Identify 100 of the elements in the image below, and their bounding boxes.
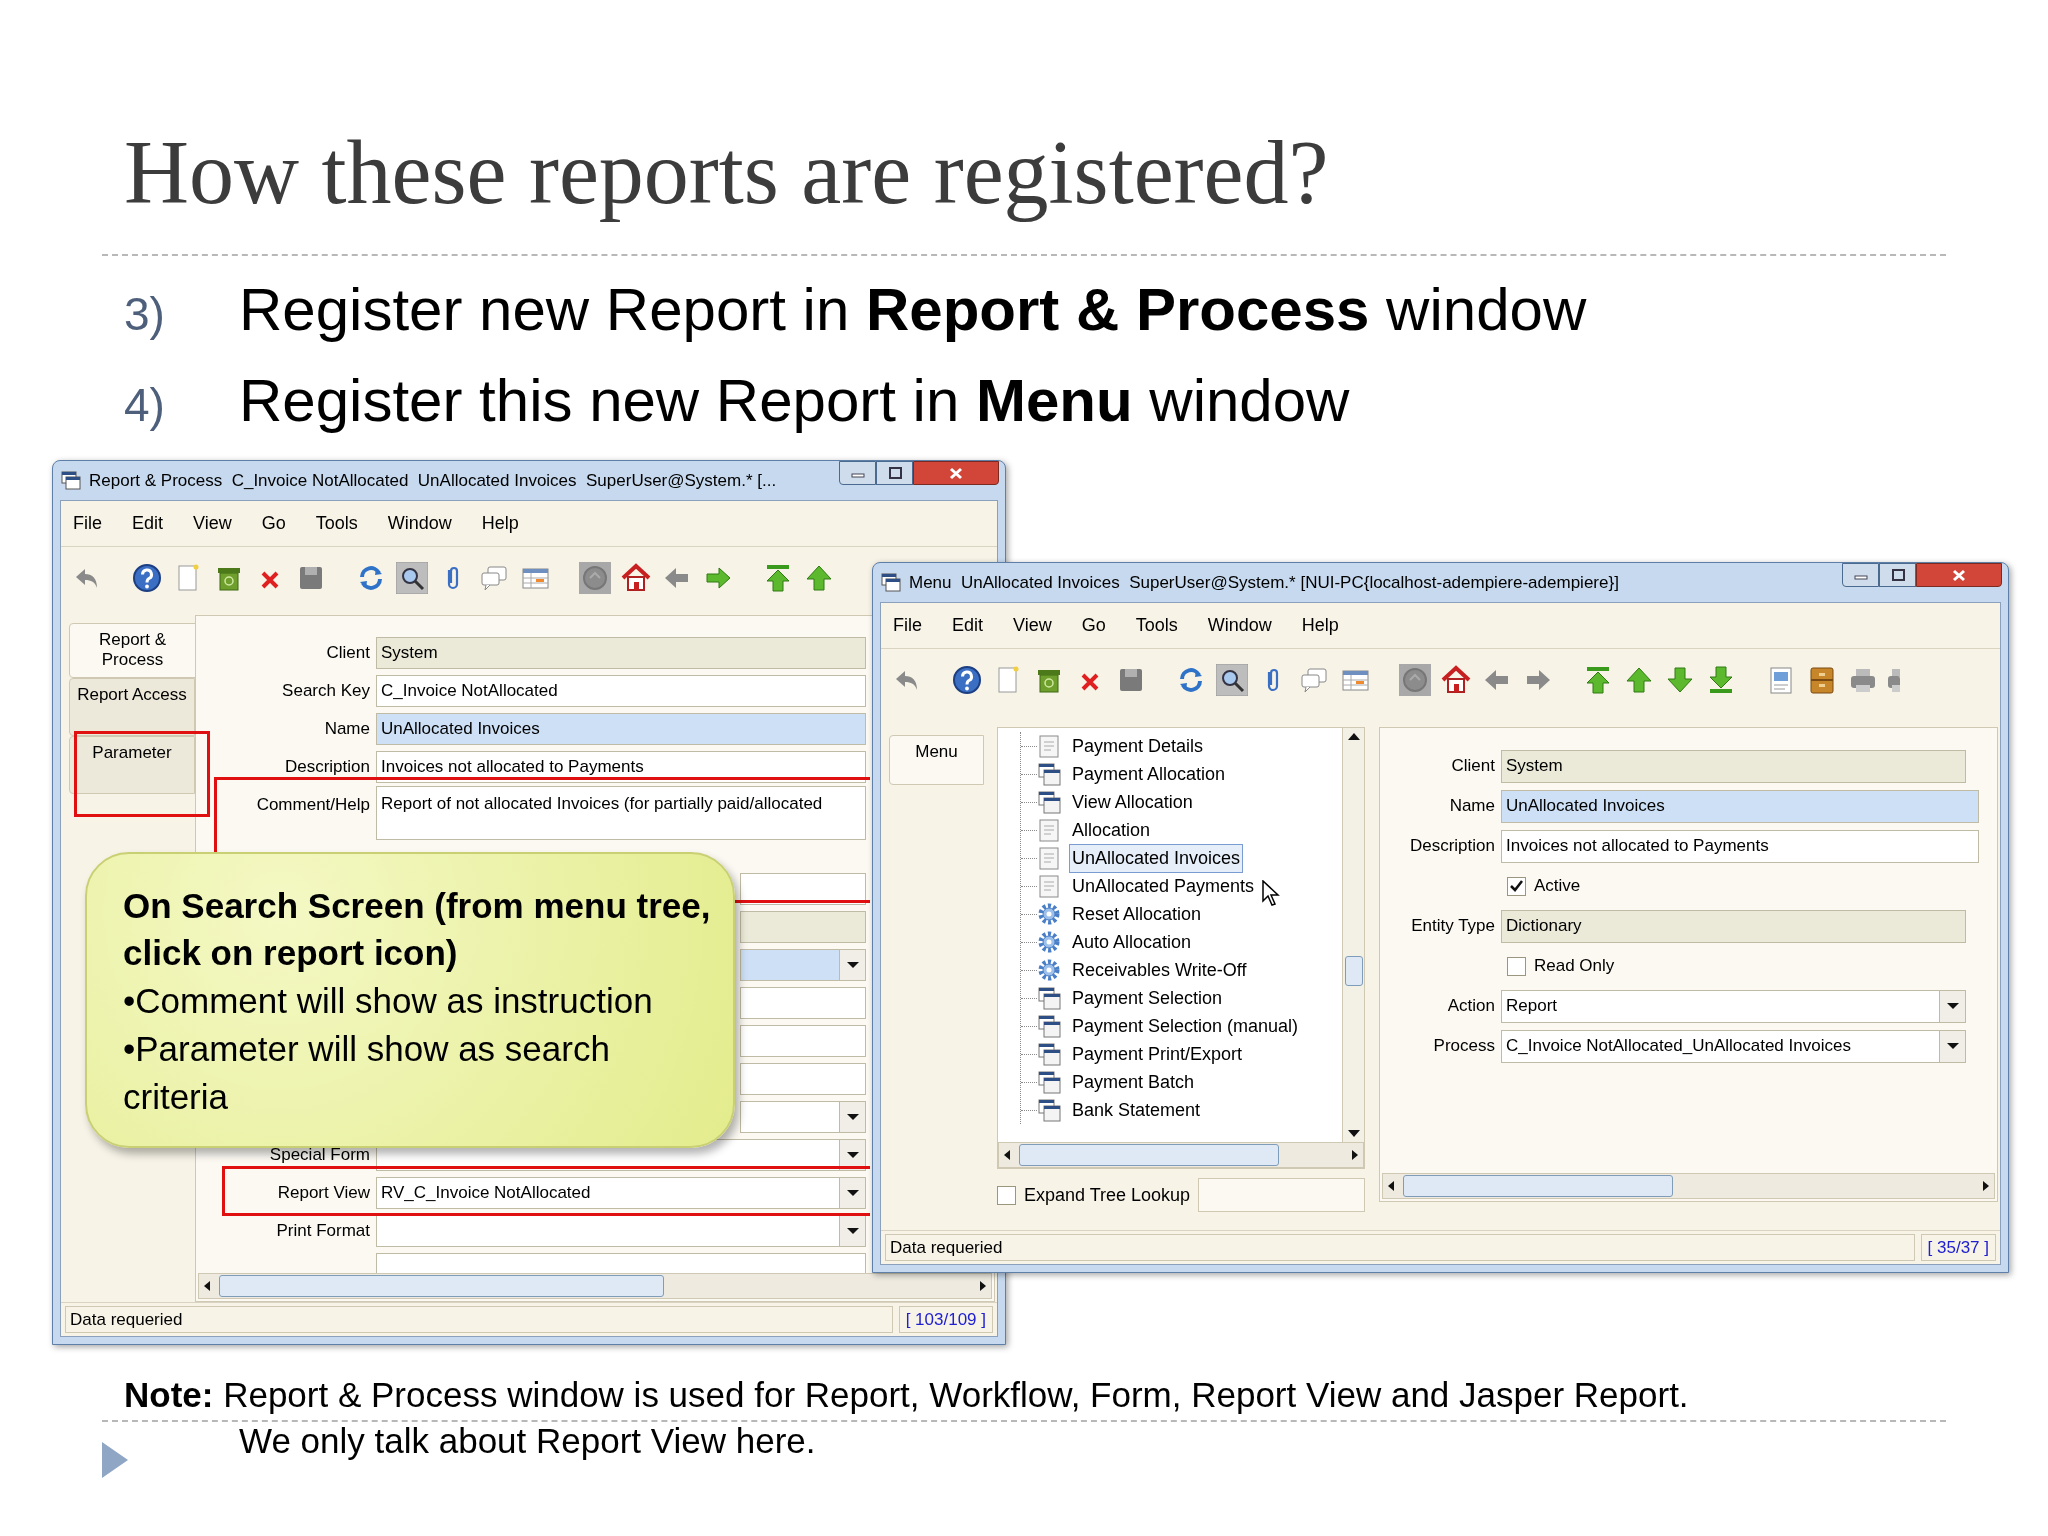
step-text: Register new Report in Report & Process window xyxy=(239,280,1587,340)
search-icon[interactable] xyxy=(396,562,428,594)
tree-item[interactable]: Payment Selection (manual) xyxy=(1069,1011,1302,1041)
search-icon[interactable] xyxy=(1216,664,1248,696)
close-button[interactable] xyxy=(1916,563,2002,587)
checkbox[interactable] xyxy=(1507,956,1526,976)
field-label: Report View xyxy=(276,1182,371,1205)
scroll-thumb[interactable] xyxy=(1403,1175,1673,1197)
scrollbar[interactable] xyxy=(1342,728,1364,1142)
text-field[interactable]: UnAllocated Invoices xyxy=(376,713,866,745)
text-field[interactable] xyxy=(740,1025,866,1057)
tree-item[interactable]: Receivables Write-Off xyxy=(1069,955,1250,985)
menu-item[interactable]: Edit xyxy=(952,612,984,639)
tree-item[interactable]: Auto Allocation xyxy=(1069,927,1195,957)
close-button[interactable] xyxy=(913,461,999,485)
scroll-thumb[interactable] xyxy=(219,1275,664,1297)
tree-item[interactable]: Payment Print/Export xyxy=(1069,1039,1246,1069)
tree-item[interactable]: Payment Selection xyxy=(1069,983,1226,1013)
dropdown-field[interactable] xyxy=(740,1101,866,1133)
tree-item[interactable]: Payment Details xyxy=(1069,731,1207,761)
text-field[interactable] xyxy=(740,987,866,1019)
field-label: Special Form xyxy=(268,1144,371,1167)
cursor-icon xyxy=(1262,880,1280,907)
tree-item[interactable]: Reset Allocation xyxy=(1069,899,1205,929)
menu-item[interactable]: Window xyxy=(1207,612,1272,639)
menu-item[interactable]: File xyxy=(73,510,102,537)
menu-item[interactable]: Go xyxy=(1081,612,1106,639)
help-icon[interactable] xyxy=(951,664,983,696)
tree-item[interactable]: Payment Batch xyxy=(1069,1067,1198,1097)
text-field[interactable]: System xyxy=(1501,749,1966,783)
window-title: Report & Process C_Invoice NotAllocated UnAllocated Invoices SuperUser@System.* [... xyxy=(89,469,777,492)
window-icon xyxy=(1037,762,1061,786)
scrollbar[interactable] xyxy=(998,1142,1364,1168)
menu-item[interactable]: View xyxy=(1013,612,1052,639)
dropdown-field[interactable]: C_Invoice NotAllocated_UnAllocated Invoices xyxy=(1501,1029,1966,1063)
tree-item[interactable]: UnAllocated Invoices xyxy=(1069,843,1244,873)
scrollbar[interactable] xyxy=(198,1273,992,1299)
tree-item[interactable]: Payment Allocation xyxy=(1069,759,1229,789)
window-title: Menu UnAllocated Invoices SuperUser@System.* [NUI-PC{localhost-adempiere-adempiere}] xyxy=(909,571,1619,594)
checkbox-label: Expand Tree Lookup xyxy=(1024,1183,1191,1207)
tree-item[interactable]: Bank Statement xyxy=(1069,1095,1204,1125)
window-icon xyxy=(1037,1098,1061,1122)
menu-item[interactable]: Window xyxy=(387,510,452,537)
dropdown-field[interactable] xyxy=(376,1215,866,1247)
menu-item[interactable]: Tools xyxy=(1135,612,1178,639)
record-counter: [ 103/109 ] xyxy=(898,1306,993,1333)
window-icon xyxy=(1037,1014,1061,1038)
tree-item[interactable]: View Allocation xyxy=(1069,787,1196,817)
text-field[interactable] xyxy=(740,873,866,905)
field-label: Comment/Help xyxy=(255,794,371,816)
close-icon xyxy=(1952,568,1966,582)
tree-item[interactable]: UnAllocated Payments xyxy=(1069,871,1258,901)
checkmark-icon xyxy=(1509,879,1524,893)
search-field[interactable] xyxy=(1198,1178,1365,1212)
checkbox[interactable] xyxy=(1507,876,1526,896)
menu-item[interactable]: File xyxy=(893,612,922,639)
text-field[interactable] xyxy=(740,1063,866,1095)
menu-item[interactable]: Help xyxy=(481,510,519,537)
report-icon xyxy=(1037,818,1061,842)
text-field[interactable]: Invoices not allocated to Payments xyxy=(1501,829,1979,863)
menu-item[interactable]: Help xyxy=(1301,612,1339,639)
minimize-button[interactable] xyxy=(839,461,876,485)
dropdown-field[interactable] xyxy=(740,949,866,981)
scroll-thumb[interactable] xyxy=(1344,956,1363,986)
field-label: Action xyxy=(1446,995,1496,1018)
text-area[interactable]: Report of not allocated Invoices (for partially paid/allocated xyxy=(376,786,866,840)
menu-item[interactable]: View xyxy=(193,510,232,537)
tab[interactable]: Report Access xyxy=(69,677,195,736)
field-label: Description xyxy=(283,756,371,779)
history-icon[interactable] xyxy=(579,562,611,594)
home-icon[interactable] xyxy=(620,562,652,594)
scroll-thumb[interactable] xyxy=(1019,1144,1279,1166)
maximize-button[interactable] xyxy=(1879,563,1916,587)
text-field[interactable]: Dictionary xyxy=(1501,909,1966,943)
dropdown-field[interactable]: RV_C_Invoice NotAllocated xyxy=(376,1177,866,1209)
menu-item[interactable]: Tools xyxy=(315,510,358,537)
checkbox[interactable] xyxy=(997,1185,1016,1205)
tab[interactable]: Menu xyxy=(889,735,984,785)
dropdown-field[interactable]: Report xyxy=(1501,989,1966,1023)
history-icon[interactable] xyxy=(1399,664,1431,696)
text-field[interactable]: UnAllocated Invoices xyxy=(1501,789,1979,823)
field-label: Description xyxy=(1408,835,1496,858)
home-icon[interactable] xyxy=(1440,664,1472,696)
tree-item[interactable]: Allocation xyxy=(1069,815,1154,845)
tab[interactable]: Parameter xyxy=(69,735,195,794)
callout-bullet: •Parameter will show as search criteria xyxy=(123,1027,611,1119)
minimize-button[interactable] xyxy=(1842,563,1879,587)
text-field[interactable]: System xyxy=(376,637,866,669)
field-label: Client xyxy=(1450,755,1496,778)
report-icon xyxy=(1037,734,1061,758)
menu-item[interactable]: Go xyxy=(261,510,286,537)
text-field[interactable] xyxy=(740,911,866,943)
help-icon[interactable] xyxy=(131,562,163,594)
triangle-icon xyxy=(102,1442,128,1478)
scrollbar[interactable] xyxy=(1382,1173,1995,1199)
maximize-button[interactable] xyxy=(876,461,913,485)
menu-item[interactable]: Edit xyxy=(132,510,164,537)
gear-icon xyxy=(1037,902,1061,926)
tab[interactable]: Report & Process xyxy=(69,623,196,678)
text-field[interactable]: C_Invoice NotAllocated xyxy=(376,675,866,707)
